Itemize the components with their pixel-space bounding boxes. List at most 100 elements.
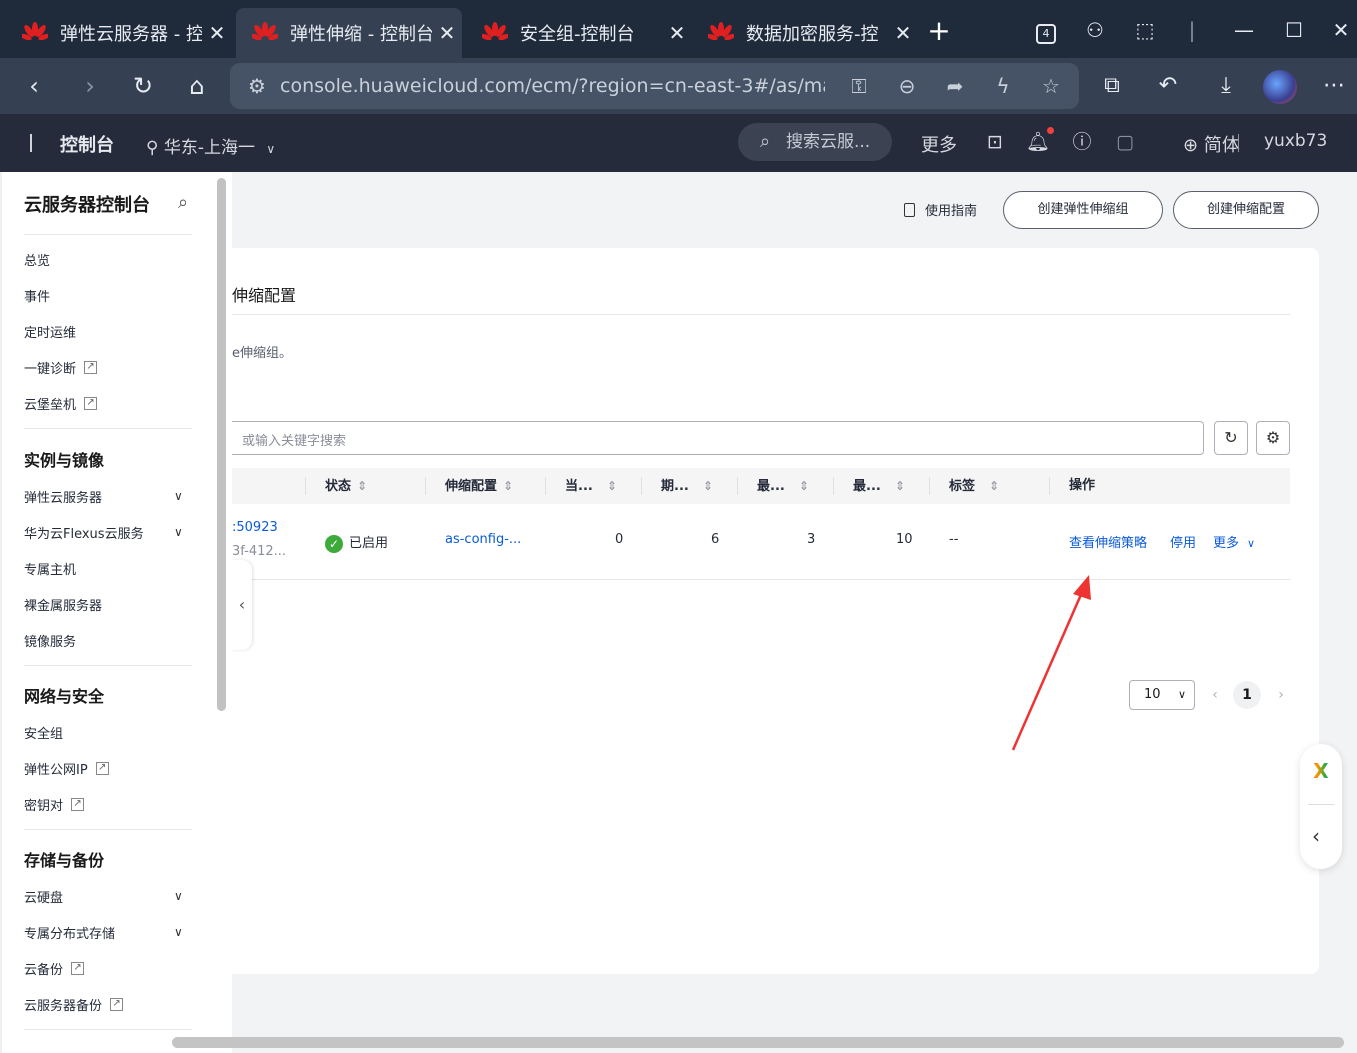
extensions-icon[interactable]: ⬚ — [1130, 12, 1160, 48]
scaling-group-name-link[interactable]: :50923 — [232, 520, 278, 535]
window-close-icon[interactable]: ✕ — [1326, 12, 1356, 48]
column-label: 伸缩配置 — [445, 479, 498, 494]
sort-icon[interactable]: ⇕ — [607, 479, 617, 493]
sort-icon[interactable]: ⇕ — [357, 479, 367, 493]
sidebar-collapse-handle[interactable]: ‹ — [232, 560, 252, 650]
sidebar-group-title: 网络与安全 — [24, 687, 105, 706]
refresh-icon[interactable]: ↻ — [1214, 421, 1248, 455]
column-expected[interactable]: 期... ⇕ — [661, 468, 713, 504]
create-scaling-config-button[interactable]: 创建伸缩配置 — [1173, 191, 1319, 229]
tab-count-icon[interactable]: 4 — [1032, 12, 1060, 48]
history-icon[interactable]: ↶ — [1152, 70, 1184, 102]
min-instances: 3 — [807, 532, 816, 547]
chevron-down-icon[interactable]: ∨ — [174, 889, 183, 903]
next-page-icon[interactable]: › — [1268, 680, 1294, 710]
sort-icon[interactable]: ⇕ — [503, 479, 513, 493]
address-bar[interactable]: ⚙ console.huaweicloud.com/ecm/?region=cn… — [230, 63, 1079, 109]
close-icon[interactable]: ✕ — [888, 21, 918, 45]
sort-icon[interactable]: ⇕ — [703, 479, 713, 493]
region-selector[interactable]: ⚲ 华东-上海一 ∨ — [146, 133, 275, 158]
terminal-icon[interactable]: ⊡ — [982, 129, 1008, 155]
console-search[interactable]: ⌕ 搜索云服... — [738, 123, 892, 161]
settings-gear-icon[interactable]: ⚙ — [1256, 421, 1290, 455]
sidebar-item-evs[interactable]: 云硬盘 — [24, 887, 63, 906]
sidebar-item-diagnosis[interactable]: 一键诊断 ↗ — [24, 358, 98, 377]
sidebar-scrollbar[interactable] — [217, 178, 226, 711]
sidebar-item-bare-metal[interactable]: 裸金属服务器 — [24, 595, 102, 614]
assistant-logo-icon[interactable]: X — [1310, 760, 1332, 782]
scaling-config-link[interactable]: as-config-... — [445, 532, 521, 547]
sort-icon[interactable]: ⇕ — [799, 479, 809, 493]
workspace-icon[interactable]: ⚇ — [1080, 12, 1110, 48]
profile-avatar[interactable] — [1263, 70, 1297, 104]
site-info-icon[interactable]: ⚙ — [244, 73, 270, 99]
sidebar-item-events[interactable]: 事件 — [24, 286, 50, 305]
prev-page-icon[interactable]: ‹ — [1202, 680, 1228, 710]
console-brand[interactable]: 控制台 — [60, 131, 114, 157]
more-actions-link[interactable]: 更多 ∨ — [1213, 532, 1255, 551]
chevron-left-icon[interactable]: ‹ — [1312, 824, 1320, 848]
url-text[interactable]: console.huaweicloud.com/ecm/?region=cn-e… — [280, 75, 825, 97]
feedback-icon[interactable]: ▢ — [1112, 129, 1138, 155]
view-scaling-policy-link[interactable]: 查看伸缩策略 — [1069, 532, 1147, 551]
search-input[interactable]: 或输入关键字搜索 — [232, 421, 1204, 455]
sidebar-item-eip[interactable]: 弹性公网IP ↗ — [24, 759, 109, 778]
browser-tab[interactable]: 安全组-控制台 ✕ — [466, 8, 692, 58]
header-more[interactable]: 更多 — [921, 131, 957, 157]
sidebar-item-ecs[interactable]: 弹性云服务器 — [24, 487, 102, 506]
home-icon[interactable]: ⌂ — [179, 68, 215, 104]
column-min[interactable]: 最... ⇕ — [757, 468, 809, 504]
chevron-down-icon[interactable]: ∨ — [174, 525, 183, 539]
forward-icon[interactable]: › — [72, 68, 108, 104]
sort-icon[interactable]: ⇕ — [895, 479, 905, 493]
help-icon[interactable]: ⓘ — [1069, 129, 1095, 155]
browser-tab[interactable]: 数据加密服务-控 ✕ — [692, 8, 918, 58]
new-tab-button[interactable]: + — [922, 14, 956, 48]
maximize-icon[interactable]: ☐ — [1278, 12, 1310, 48]
reload-icon[interactable]: ↻ — [125, 68, 161, 104]
favorite-star-icon[interactable]: ☆ — [1038, 73, 1064, 99]
sidebar-item-dedicated-host[interactable]: 专属主机 — [24, 559, 76, 578]
page-number[interactable]: 1 — [1233, 681, 1261, 709]
sidebar-item-security-group[interactable]: 安全组 — [24, 723, 63, 742]
column-current[interactable]: 当... ⇕ — [565, 468, 617, 504]
download-icon[interactable]: ⤓ — [1210, 70, 1242, 102]
close-icon[interactable]: ✕ — [202, 21, 232, 45]
column-config[interactable]: 伸缩配置 ⇕ — [445, 468, 513, 504]
sidebar-item-dss[interactable]: 专属分布式存储 — [24, 923, 115, 942]
bolt-icon[interactable]: ϟ — [990, 73, 1016, 99]
close-icon[interactable]: ✕ — [662, 21, 692, 45]
sidebar-item-image-service[interactable]: 镜像服务 — [24, 631, 76, 650]
more-menu-icon[interactable]: ⋯ — [1318, 70, 1350, 102]
horizontal-scrollbar[interactable] — [172, 1037, 1344, 1048]
sidebar-item-overview[interactable]: 总览 — [24, 250, 50, 269]
share-icon[interactable]: ➦ — [942, 73, 968, 99]
sidebar-item-cbr[interactable]: 云备份 ↗ — [24, 959, 85, 978]
browser-tab-active[interactable]: 弹性伸缩 - 控制台 ✕ — [236, 8, 462, 58]
chevron-down-icon[interactable]: ∨ — [174, 489, 183, 503]
search-icon[interactable]: ⌕ — [178, 192, 188, 213]
column-status[interactable]: 状态 ⇕ — [325, 468, 367, 504]
disable-link[interactable]: 停用 — [1170, 532, 1196, 551]
sidebar-item-scheduled-ops[interactable]: 定时运维 — [24, 322, 76, 341]
sidebar-item-bastion[interactable]: 云堡垒机 ↗ — [24, 394, 98, 413]
create-scaling-group-button[interactable]: 创建弹性伸缩组 — [1003, 191, 1163, 229]
minimize-icon[interactable]: — — [1228, 12, 1260, 48]
sidebar-item-flexus[interactable]: 华为云Flexus云服务 — [24, 523, 144, 542]
key-icon[interactable]: ⚿ — [846, 73, 872, 99]
user-guide-link[interactable]: 使用指南 — [904, 200, 977, 219]
chevron-down-icon[interactable]: ∨ — [174, 925, 183, 939]
language-selector[interactable]: ⊕ 简体 — [1183, 131, 1240, 157]
sidebar-item-server-backup[interactable]: 云服务器备份 ↗ — [24, 995, 124, 1014]
puzzle-icon[interactable]: ⧉ — [1096, 70, 1128, 102]
browser-tab[interactable]: 弹性云服务器 - 控 ✕ — [6, 8, 232, 58]
zoom-out-icon[interactable]: ⊖ — [894, 73, 920, 99]
page-size-select[interactable]: 10 ∨ — [1129, 680, 1195, 710]
sort-icon[interactable]: ⇕ — [989, 479, 999, 493]
close-icon[interactable]: ✕ — [432, 21, 462, 45]
back-icon[interactable]: ‹ — [16, 68, 52, 104]
sidebar-item-keypair[interactable]: 密钥对 ↗ — [24, 795, 85, 814]
user-name[interactable]: yuxb73 — [1264, 131, 1327, 151]
column-max[interactable]: 最... ⇕ — [853, 468, 905, 504]
column-tags[interactable]: 标签 ⇕ — [949, 468, 999, 504]
